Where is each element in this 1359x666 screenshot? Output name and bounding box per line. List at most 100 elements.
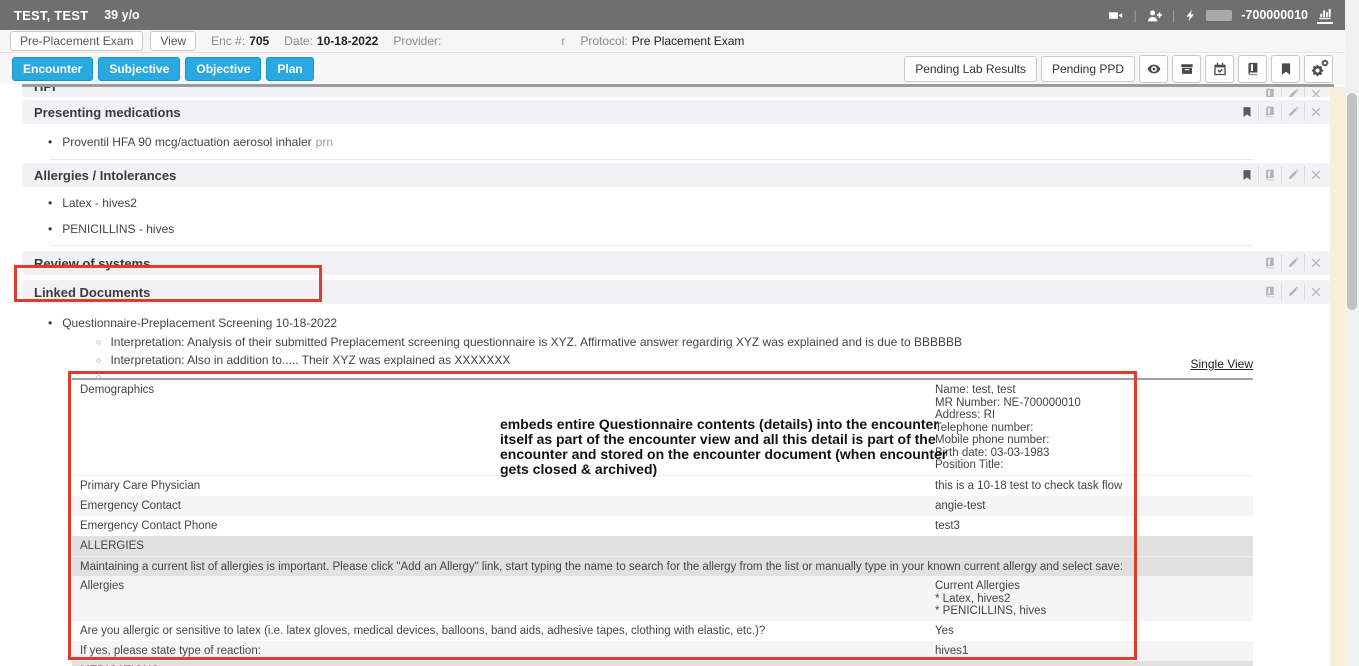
patient-name: TEST, TEST [14,8,88,23]
exam-type-button[interactable]: Pre-Placement Exam [10,31,143,51]
view-button[interactable]: View [150,31,196,51]
doc-question: Allergies [80,580,935,593]
provider-remnant: r [561,34,565,48]
interpretation-item: ○ Interpretation: Analysis of their subm… [96,334,1330,352]
tab-encounter[interactable]: Encounter [12,57,93,81]
book-icon[interactable] [1238,55,1267,83]
bullet-marker: • [48,222,52,236]
bookmark-icon[interactable] [1236,166,1258,184]
doc-instruction-text: Maintaining a current list of allergies … [80,561,1123,574]
date-label: Date: [284,34,313,48]
doc-answer: test3 [935,520,1247,533]
doc-question: Are you allergic or sensitive to latex (… [80,625,935,638]
gears-icon[interactable] [1304,55,1333,83]
right-margin-strip [1330,87,1345,666]
bar-chart-icon[interactable] [1317,6,1333,24]
allergy-list-item: • Latex - hives2 [48,196,1330,210]
lightning-icon[interactable] [1184,8,1197,23]
pending-ppd-button[interactable]: Pending PPD [1041,56,1135,82]
scrollbar-thumb[interactable] [1347,93,1357,310]
book-icon[interactable] [1259,254,1281,272]
embedded-questionnaire-document: Demographics Name: test, test MR Number:… [72,378,1253,666]
tab-subjective[interactable]: Subjective [98,57,180,81]
section-title: Presenting medications [34,105,181,120]
section-hpi: HPI [22,87,1330,97]
pencil-icon[interactable] [1281,166,1304,184]
section-title: Review of systems [34,256,150,271]
doc-row-emergency-contact: Emergency Contact angie-test [72,496,1253,516]
demo-mr-number: MR Number: NE-700000010 [935,397,1247,410]
current-allergies-label: Current Allergies [935,580,1247,593]
close-icon[interactable] [1304,103,1327,121]
enc-label: Enc #: [211,34,245,48]
bookmark-icon[interactable] [1271,55,1300,83]
separator: | [1172,8,1175,23]
section-title: Allergies / Intolerances [34,168,176,183]
pencil-icon[interactable] [1281,103,1304,121]
close-icon[interactable] [1304,87,1327,97]
interpretation-text: Interpretation: Analysis of their submit… [110,334,962,351]
close-icon[interactable] [1304,254,1327,272]
linked-document-item: • Questionnaire-Preplacement Screening 1… [48,316,1330,330]
pencil-icon[interactable] [1281,87,1304,97]
redacted-provider-name [445,35,557,48]
enc-value: 705 [249,34,269,48]
toolbar-right-actions: Pending Lab Results Pending PPD [904,55,1333,83]
date-value: 10-18-2022 [317,34,378,48]
video-camera-icon[interactable] [1107,8,1124,23]
titlebar-actions: | | -700000010 [1107,6,1333,24]
doc-question: Emergency Contact [80,500,935,513]
add-person-icon[interactable] [1146,8,1163,23]
single-view-link[interactable]: Single View [1191,357,1253,371]
close-icon[interactable] [1304,283,1327,301]
allergy-value: * PENICILLINS, hives [935,605,1247,618]
bookmark-icon[interactable] [1236,103,1258,121]
book-icon[interactable] [1258,103,1281,121]
protocol-label: Protocol: [580,34,627,48]
doc-section-header: ALLERGIES [80,540,144,553]
vertical-scrollbar[interactable] [1345,0,1359,666]
book-icon[interactable] [1258,166,1281,184]
section-hpi-icons [1259,87,1327,97]
demo-birth-date: Birth date: 03-03-1983 [935,447,1247,460]
separator: | [1133,8,1136,23]
allergy-text: Latex - hives2 [62,196,137,210]
doc-row-emergency-contact-phone: Emergency Contact Phone test3 [72,516,1253,536]
allergy-list-item: • PENICILLINS - hives [48,222,1330,236]
enc-number: Enc #: 705 [211,34,269,48]
redacted-mr-prefix [1206,10,1232,21]
pencil-icon[interactable] [1281,254,1304,272]
tab-objective[interactable]: Objective [185,57,261,81]
medication-list-item: • Proventil HFA 90 mcg/actuation aerosol… [48,135,1330,149]
demo-telephone: Telephone number: [935,422,1247,435]
provider-label: Provider: [393,34,441,48]
pencil-icon[interactable] [1281,283,1304,301]
doc-answer: Current Allergies * Latex, hives2 * PENI… [935,580,1247,618]
book-icon[interactable] [1259,283,1281,301]
enc-date: Date: 10-18-2022 [284,34,378,48]
eye-icon[interactable] [1139,55,1168,83]
book-icon[interactable] [1259,87,1281,97]
allergy-text: PENICILLINS - hives [62,222,174,236]
doc-row-allergies: Allergies Current Allergies * Latex, hiv… [72,576,1253,621]
bullet-marker: • [48,196,52,210]
tab-plan[interactable]: Plan [266,57,313,81]
section-title: Linked Documents [34,285,150,300]
close-icon[interactable] [1304,166,1327,184]
doc-row-allergies-instruction: Maintaining a current list of allergies … [72,556,1253,577]
doc-row-latex-question: Are you allergic or sensitive to latex (… [72,621,1253,641]
calendar-check-icon[interactable] [1205,55,1234,83]
doc-answer: angie-test [935,500,1247,513]
doc-answer: Name: test, test MR Number: NE-700000010… [935,384,1247,472]
section-separator [50,159,1253,160]
demo-address: Address: RI [935,409,1247,422]
archive-box-icon[interactable] [1172,55,1201,83]
patient-title-bar: TEST, TEST 39 y/o | | -700000010 [0,0,1345,30]
demo-position-title: Position Title: [935,459,1247,472]
doc-answer: Yes [935,625,1247,638]
mr-number-fragment: -700000010 [1241,8,1308,22]
encounter-toolbar: Encounter Subjective Objective Plan Pend… [0,54,1345,84]
linked-document-title: Questionnaire-Preplacement Screening 10-… [62,316,337,330]
pending-lab-results-button[interactable]: Pending Lab Results [904,56,1037,82]
annotation-note: embeds entire Questionnaire contents (de… [500,417,952,477]
